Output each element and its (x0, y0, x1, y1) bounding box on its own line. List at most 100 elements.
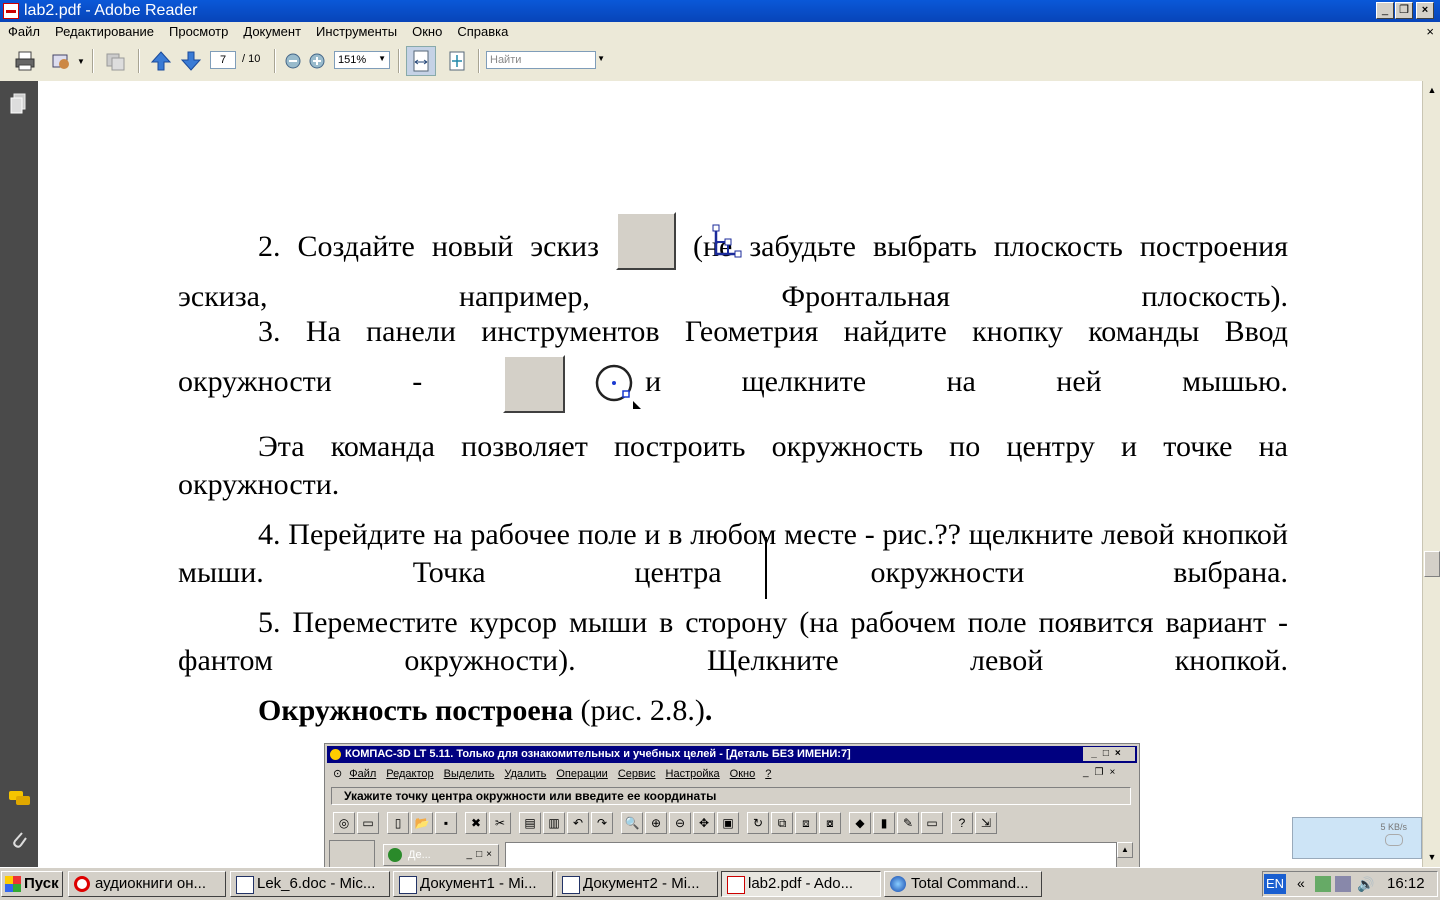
kompas-tool-icon: ▭ (921, 812, 943, 834)
page-total: / 10 (242, 53, 261, 65)
print-icon[interactable] (14, 50, 36, 72)
network-speed-icon (1385, 834, 1403, 846)
taskbar-item-word-doc1[interactable]: Документ1 - Mi... (393, 871, 553, 897)
kompas-tool-icon: ⊕ (645, 812, 667, 834)
close-button[interactable]: × (1416, 2, 1434, 19)
network-icon[interactable] (1335, 876, 1351, 892)
taskbar-item-label: Документ2 - Mi... (583, 875, 700, 892)
para7-rest: (рис. 2.8.) (572, 694, 705, 727)
minimize-button[interactable]: _ (1376, 2, 1394, 19)
vertical-scrollbar[interactable]: ▲ ▼ (1422, 81, 1440, 867)
next-page-icon[interactable] (180, 50, 202, 72)
kompas-subwindow-buttons: _□× (466, 849, 496, 860)
kompas-menu-select: Выделить (443, 768, 495, 780)
window-titlebar: lab2.pdf - Adobe Reader _ ❐ × (0, 0, 1440, 22)
word-icon (562, 876, 580, 894)
kompas-tool-icon: ✥ (693, 812, 715, 834)
menu-bar: Файл Редактирование Просмотр Документ Инстру… (0, 22, 1440, 41)
attachments-icon[interactable] (10, 829, 28, 851)
opera-icon (74, 876, 90, 892)
tray-app-icon[interactable] (1315, 876, 1331, 892)
scroll-thumb[interactable] (1424, 551, 1440, 577)
zoom-out-icon[interactable] (282, 50, 304, 72)
restore-button[interactable]: ❐ (1395, 2, 1413, 19)
kompas-tool-icon: ⧇ (819, 812, 841, 834)
window-title: lab2.pdf - Adobe Reader (24, 2, 198, 19)
kompas-menu-service: Сервис (617, 768, 656, 780)
email-dropdown-icon[interactable]: ▼ (77, 57, 85, 66)
menu-view[interactable]: Просмотр (161, 22, 235, 39)
kompas-tool-icon: ◎ (333, 812, 355, 834)
kompas-tool-icon: ◆ (849, 812, 871, 834)
kompas-logo-icon (330, 749, 341, 760)
kompas-tool-icon: ✎ (897, 812, 919, 834)
previous-page-icon[interactable] (150, 50, 172, 72)
separator (138, 49, 140, 73)
kompas-menu-icon: ⊙ (333, 768, 343, 780)
total-commander-icon (890, 876, 906, 892)
taskbar-item-opera[interactable]: аудиокниги он... (68, 871, 226, 897)
separator (478, 49, 480, 73)
kompas-tool-icon: ↻ (747, 812, 769, 834)
kompas-tool-icon: ▪ (435, 812, 457, 834)
kompas-doc-buttons: _❐× (1083, 767, 1122, 778)
document-view[interactable]: 2. Создайте новый эскиз (не забудьте выб… (38, 81, 1422, 867)
paragraph-4: Эта команда позволяет построить окружнос… (178, 430, 1288, 501)
pdf-icon (727, 876, 745, 894)
menu-edit[interactable]: Редактирование (47, 22, 161, 39)
separator (274, 49, 276, 73)
kompas-menu-delete: Удалить (504, 768, 547, 780)
separator (92, 49, 94, 73)
network-speed-label: 5 KB/s (1380, 822, 1407, 832)
text-cursor (765, 537, 767, 599)
comments-icon[interactable] (8, 789, 32, 809)
taskbar-item-adobe-reader[interactable]: lab2.pdf - Ado... (721, 871, 881, 897)
kompas-tool-icon: ⊖ (669, 812, 691, 834)
taskbar-item-word-doc2[interactable]: Документ2 - Mi... (556, 871, 718, 897)
taskbar-item-total-commander[interactable]: Total Command... (884, 871, 1042, 897)
document-close-icon[interactable]: × (1426, 24, 1434, 39)
menu-window[interactable]: Окно (404, 22, 449, 39)
fit-page-icon[interactable] (446, 50, 468, 72)
taskbar-item-label: Документ1 - Mi... (420, 875, 537, 892)
fit-width-button[interactable] (406, 46, 436, 76)
email-icon[interactable] (50, 50, 72, 72)
scroll-down-icon[interactable]: ▼ (1424, 849, 1440, 865)
kompas-tool-icon: ⇲ (975, 812, 997, 834)
kompas-workspace (505, 842, 1117, 867)
kompas-tool-icon: 📂 (411, 812, 433, 834)
search-dropdown-icon[interactable]: ▼ (597, 54, 605, 63)
volume-icon[interactable]: 🔊 (1357, 876, 1374, 892)
zoom-in-icon[interactable] (306, 50, 328, 72)
kompas-scroll-up-icon: ▲ (1117, 842, 1133, 858)
kompas-tool-icon: ⧉ (771, 812, 793, 834)
sketch-toolbutton (615, 212, 742, 270)
kompas-menu-file: Файл (349, 768, 377, 780)
menu-tools[interactable]: Инструменты (308, 22, 404, 39)
page-number-input[interactable]: 7 (210, 51, 236, 69)
search-placeholder: Найти (490, 54, 522, 66)
kompas-titlebar: КОМПАС-3D LT 5.11. Только для ознакомите… (327, 746, 1137, 763)
kompas-menu-help: ? (765, 768, 772, 780)
kompas-tool-icon: ▣ (717, 812, 739, 834)
paragraph-7: Окружность построена (рис. 2.8.). (178, 692, 1288, 730)
kompas-menu-editor: Редактор (386, 768, 434, 780)
taskbar-item-word-lek6[interactable]: Lek_6.doc - Mic... (230, 871, 390, 897)
scroll-up-icon[interactable]: ▲ (1424, 82, 1440, 98)
search-input[interactable]: Найти ▼ (486, 51, 605, 69)
menu-document[interactable]: Документ (235, 22, 308, 39)
collaborate-icon[interactable] (104, 50, 126, 72)
menu-help[interactable]: Справка (449, 22, 515, 39)
zoom-select[interactable]: 151% ▼ (334, 51, 390, 69)
tray-expand-icon[interactable]: « (1297, 875, 1305, 891)
kompas-menubar: ⊙ Файл Редактор Выделить Удалить Операции Серв… (327, 765, 1137, 783)
sketch-icon (712, 224, 742, 258)
para7-dot: . (704, 694, 713, 727)
kompas-tool-icon: ✖ (465, 812, 487, 834)
taskbar-item-label: lab2.pdf - Ado... (748, 875, 854, 892)
pages-icon[interactable] (10, 93, 28, 115)
kompas-tool-icon: ✂ (489, 812, 511, 834)
main-toolbar: ▼ 7 / 10 151% ▼ Найти ▼ (0, 41, 1440, 82)
menu-file[interactable]: Файл (0, 22, 47, 39)
start-button[interactable]: Пуск (1, 871, 63, 897)
